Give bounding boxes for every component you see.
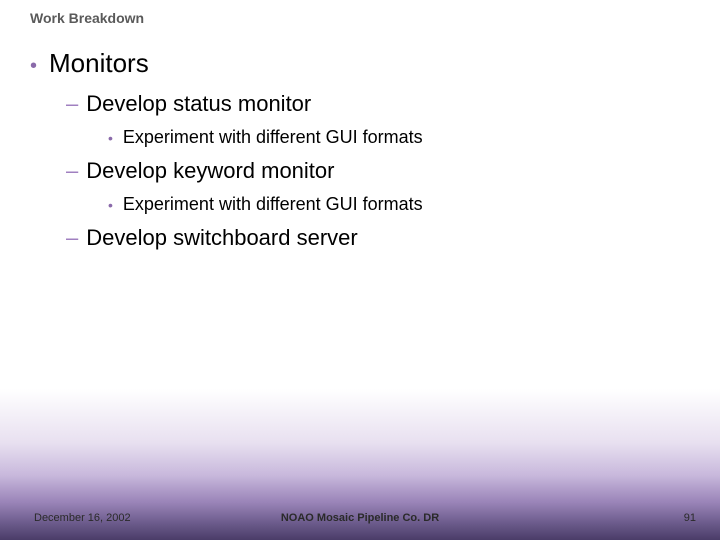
- level2-text: Develop keyword monitor: [86, 158, 334, 184]
- dash-icon: –: [66, 225, 78, 251]
- slide-title: Work Breakdown: [30, 10, 144, 26]
- bullet-icon: •: [108, 196, 113, 214]
- bullet-icon: •: [30, 53, 37, 79]
- level2-text: Develop switchboard server: [86, 225, 357, 251]
- bullet-icon: •: [108, 129, 113, 147]
- bullet-level2: – Develop status monitor: [66, 91, 690, 117]
- bullet-level2: – Develop switchboard server: [66, 225, 690, 251]
- slide-content: • Monitors – Develop status monitor • Ex…: [30, 48, 690, 261]
- level3-text: Experiment with different GUI formats: [123, 127, 423, 148]
- level2-text: Develop status monitor: [86, 91, 311, 117]
- dash-icon: –: [66, 158, 78, 184]
- bullet-level2: – Develop keyword monitor: [66, 158, 690, 184]
- bullet-level3: • Experiment with different GUI formats: [108, 127, 690, 148]
- slide: Work Breakdown • Monitors – Develop stat…: [0, 0, 720, 540]
- bullet-level3: • Experiment with different GUI formats: [108, 194, 690, 215]
- level1-text: Monitors: [49, 48, 149, 79]
- level3-text: Experiment with different GUI formats: [123, 194, 423, 215]
- footer-title: NOAO Mosaic Pipeline Co. DR: [0, 512, 720, 524]
- footer-page-number: 91: [684, 512, 696, 524]
- bullet-level1: • Monitors: [30, 48, 690, 79]
- dash-icon: –: [66, 91, 78, 117]
